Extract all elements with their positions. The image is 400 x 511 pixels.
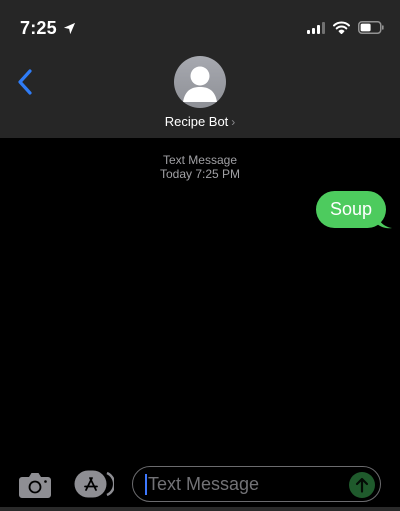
contact-name-button[interactable]: Recipe Bot › [0,114,400,129]
contact-avatar[interactable] [174,56,226,108]
message-input[interactable]: Text Message [132,466,381,502]
status-time: 7:25 [20,18,76,39]
message-meta: Text Message Today 7:25 PM [0,153,400,181]
conversation-header: 7:25 Recipe Bot › [0,0,400,138]
wifi-icon [333,21,350,34]
person-silhouette-icon [183,66,217,102]
camera-icon[interactable] [18,469,52,499]
battery-icon [358,21,384,34]
location-arrow-icon [63,22,75,35]
app-store-icon[interactable] [74,470,114,498]
status-indicators [307,21,384,34]
send-button[interactable] [349,472,375,498]
messages-screen: 7:25 Recipe Bot › Text Message Today 7:2… [0,0,400,511]
arrow-up-icon [355,477,369,493]
cellular-signal-icon [307,21,325,34]
service-label: Text Message [162,153,238,167]
chevron-right-icon: › [231,115,236,129]
message-input-placeholder: Text Message [148,474,260,494]
chevron-left-icon[interactable] [14,68,38,96]
text-cursor [145,474,147,495]
status-time-label: 7:25 [20,18,57,38]
message-timestamp: Today 7:25 PM [159,167,241,181]
contact-name: Recipe Bot [164,114,229,129]
outgoing-message-bubble[interactable]: Soup [315,191,386,228]
bottom-edge [0,507,400,511]
